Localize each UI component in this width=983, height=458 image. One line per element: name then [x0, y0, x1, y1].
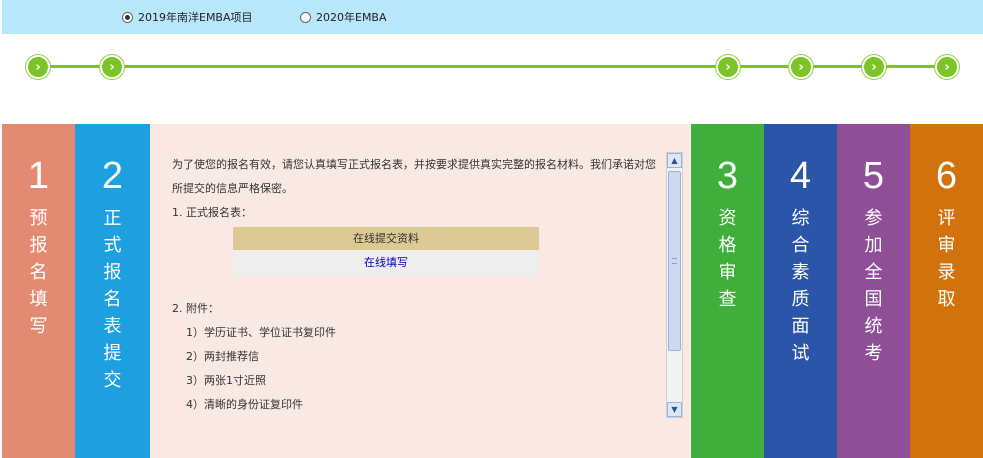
attachment-item: 1）学历证书、学位证书复印件 — [186, 326, 336, 339]
step-number: 6 — [935, 155, 958, 197]
arrow-right-icon[interactable]: › — [100, 55, 124, 79]
step-label: 正式报名表提交 — [103, 208, 122, 391]
progress-track: › › › › › › — [26, 55, 960, 79]
step-label: 资格审查 — [718, 208, 737, 310]
step-4-interview[interactable]: 4 综合素质面试 — [764, 124, 837, 458]
step-number: 2 — [101, 155, 124, 197]
formal-form-panel: 为了使您的报名有效，请您认真填写正式报名表，并按要求提供真实完整的报名材料。我们… — [150, 124, 691, 458]
attachment-item: 2）两封推荐信 — [186, 350, 259, 363]
step-label: 综合素质面试 — [791, 208, 810, 364]
arrow-right-icon[interactable]: › — [716, 55, 740, 79]
step-6-admission[interactable]: 6 评审录取 — [910, 124, 983, 458]
program-option-2019[interactable]: 2019年南洋EMBA项目 — [122, 9, 253, 25]
table-cell: 在线填写 — [233, 250, 539, 275]
radio-checked-icon[interactable] — [122, 11, 133, 23]
step-number: 5 — [862, 155, 885, 197]
step-number: 1 — [27, 155, 50, 197]
program-selector-bar: 2019年南洋EMBA项目 2020年EMBA — [2, 0, 983, 34]
content-scrollbar[interactable]: ▲ ▼ — [666, 152, 683, 418]
arrow-right-icon[interactable]: › — [935, 55, 959, 79]
intro-text: 为了使您的报名有效，请您认真填写正式报名表，并按要求提供真实完整的报名材料。我们… — [172, 158, 656, 195]
program-option-label: 2019年南洋EMBA项目 — [138, 11, 253, 24]
attachment-item: 3）两张1寸近照 — [186, 374, 266, 387]
attachment-item: 4）清晰的身份证复印件 — [186, 398, 303, 411]
program-option-2020[interactable]: 2020年EMBA — [300, 9, 387, 25]
section-title-attachments: 2. 附件： — [172, 302, 219, 315]
online-submission-table: 在线提交资料 在线填写 — [233, 227, 539, 275]
emba-application-page: 2019年南洋EMBA项目 2020年EMBA › › › › › › 1 预报… — [0, 0, 983, 458]
arrow-right-icon[interactable]: › — [862, 55, 886, 79]
step-3-qualification-review[interactable]: 3 资格审查 — [691, 124, 764, 458]
step-1-preregister[interactable]: 1 预报名填写 — [2, 124, 75, 458]
scroll-down-icon[interactable]: ▼ — [667, 402, 682, 417]
arrow-right-icon[interactable]: › — [789, 55, 813, 79]
program-option-label: 2020年EMBA — [316, 11, 387, 24]
panel-content: 为了使您的报名有效，请您认真填写正式报名表，并按要求提供真实完整的报名材料。我们… — [172, 153, 666, 417]
step-number: 4 — [789, 155, 812, 197]
step-label: 预报名填写 — [29, 208, 48, 337]
table-header: 在线提交资料 — [233, 227, 539, 250]
step-label: 评审录取 — [937, 208, 956, 310]
arrow-right-icon[interactable]: › — [26, 55, 50, 79]
application-steps: 1 预报名填写 2 正式报名表提交 为了使您的报名有效，请您认真填写正式报名表，… — [2, 124, 983, 458]
step-5-national-exam[interactable]: 5 参加全国统考 — [837, 124, 910, 458]
radio-unchecked-icon[interactable] — [300, 11, 311, 23]
scrollbar-thumb[interactable] — [668, 171, 681, 351]
step-number: 3 — [716, 155, 739, 197]
section-title-form: 1. 正式报名表： — [172, 206, 252, 219]
scroll-up-icon[interactable]: ▲ — [667, 153, 682, 168]
step-label: 参加全国统考 — [864, 208, 883, 364]
step-2-formal-form[interactable]: 2 正式报名表提交 — [75, 124, 150, 458]
online-fill-link[interactable]: 在线填写 — [364, 256, 408, 269]
grip-icon — [672, 258, 677, 264]
